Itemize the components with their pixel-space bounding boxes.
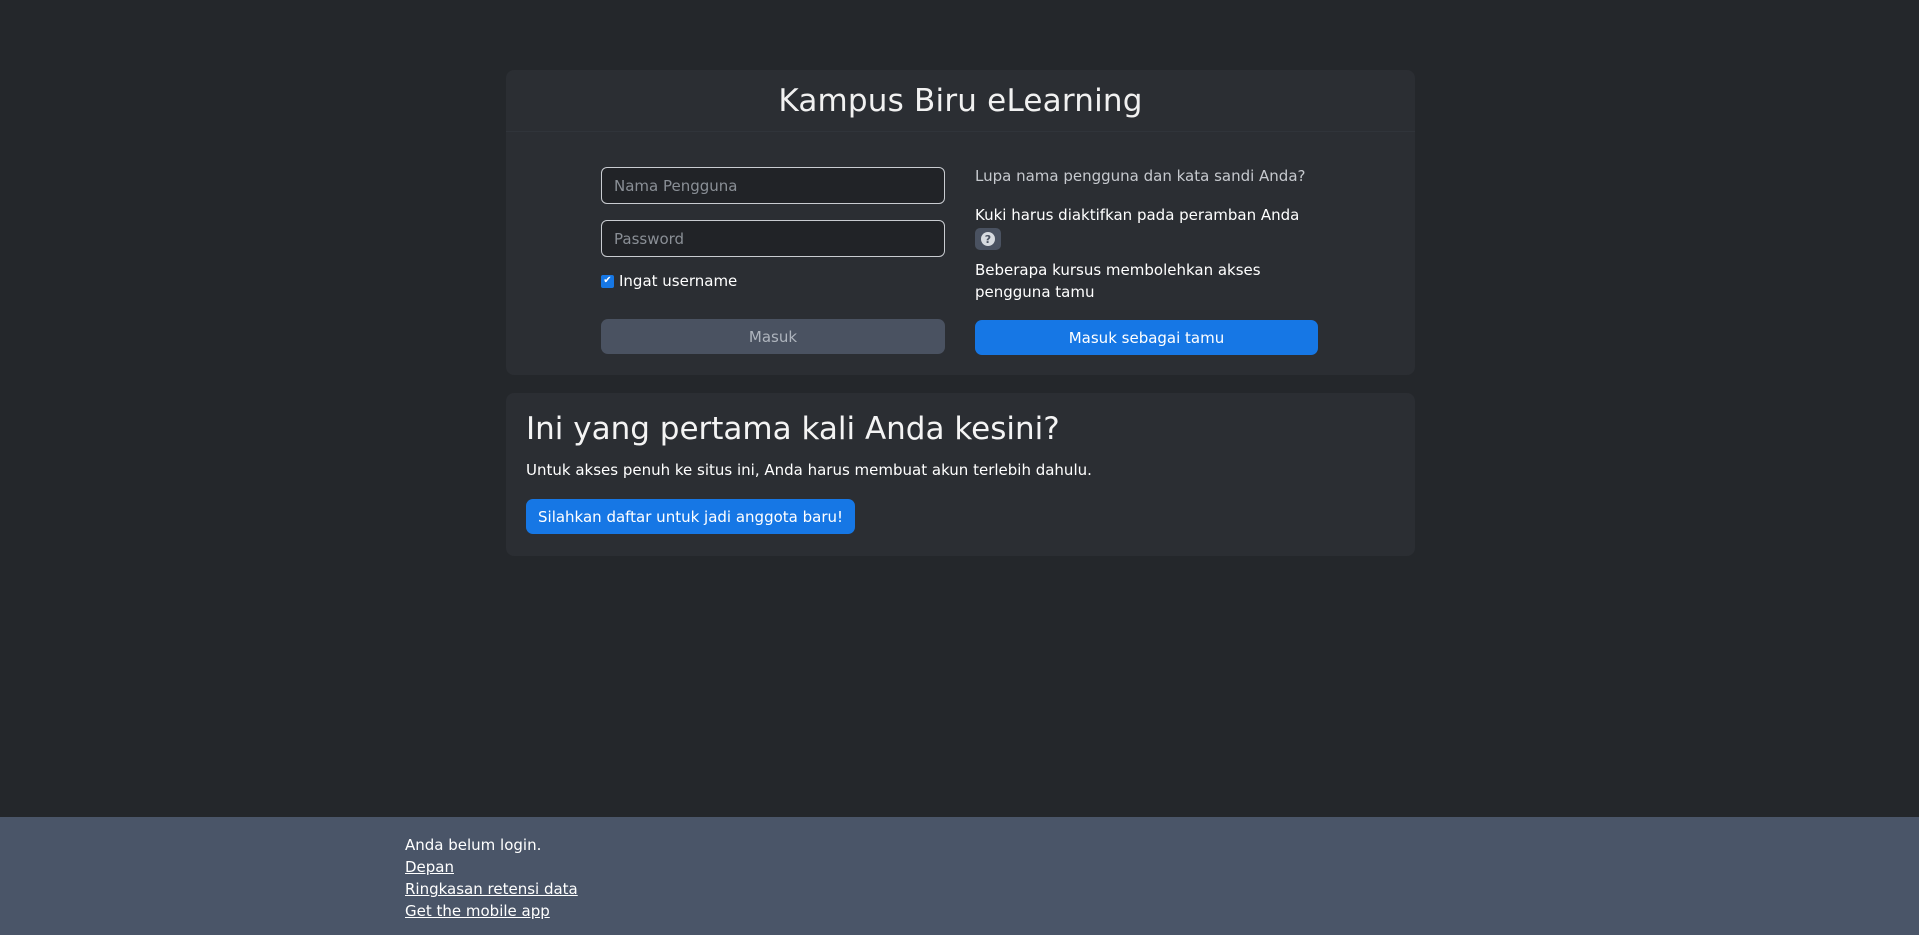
remember-checkbox[interactable]: ✔ xyxy=(601,274,614,288)
remember-label: Ingat username xyxy=(619,272,738,290)
username-input[interactable] xyxy=(601,167,945,204)
footer-content: Anda belum login. Depan Ringkasan retens… xyxy=(405,834,578,922)
question-circle-icon: ? xyxy=(981,232,995,246)
signup-heading: Ini yang pertama kali Anda kesini? xyxy=(526,411,1060,447)
remember-username[interactable]: ✔ Ingat username xyxy=(601,272,737,290)
login-card: Kampus Biru eLearning ✔ Ingat username M… xyxy=(506,70,1415,375)
check-icon: ✔ xyxy=(603,275,612,286)
footer: Anda belum login. Depan Ringkasan retens… xyxy=(0,817,1919,935)
signup-button[interactable]: Silahkan daftar untuk jadi anggota baru! xyxy=(526,499,856,534)
login-page: Kampus Biru eLearning ✔ Ingat username M… xyxy=(0,0,1919,935)
forgot-password-link[interactable]: Lupa nama pengguna dan kata sandi Anda? xyxy=(975,167,1305,185)
site-title: Kampus Biru eLearning xyxy=(778,82,1143,119)
password-input[interactable] xyxy=(601,220,945,257)
footer-link-data-retention[interactable]: Ringkasan retensi data xyxy=(405,878,578,900)
guest-login-button[interactable]: Masuk sebagai tamu xyxy=(975,320,1318,355)
login-button[interactable]: Masuk xyxy=(601,319,945,354)
signup-card: Ini yang pertama kali Anda kesini? Untuk… xyxy=(506,393,1415,556)
footer-link-mobile-app[interactable]: Get the mobile app xyxy=(405,900,578,922)
login-status: Anda belum login. xyxy=(405,836,542,854)
help-button[interactable]: ? xyxy=(975,228,1001,250)
login-header: Kampus Biru eLearning xyxy=(506,70,1415,132)
signup-text: Untuk akses penuh ke situs ini, Anda har… xyxy=(526,461,1092,479)
guest-access-note: Beberapa kursus membolehkan akses penggu… xyxy=(975,261,1261,301)
cookie-notice: Kuki harus diaktifkan pada peramban Anda xyxy=(975,206,1300,224)
footer-link-home[interactable]: Depan xyxy=(405,856,578,878)
